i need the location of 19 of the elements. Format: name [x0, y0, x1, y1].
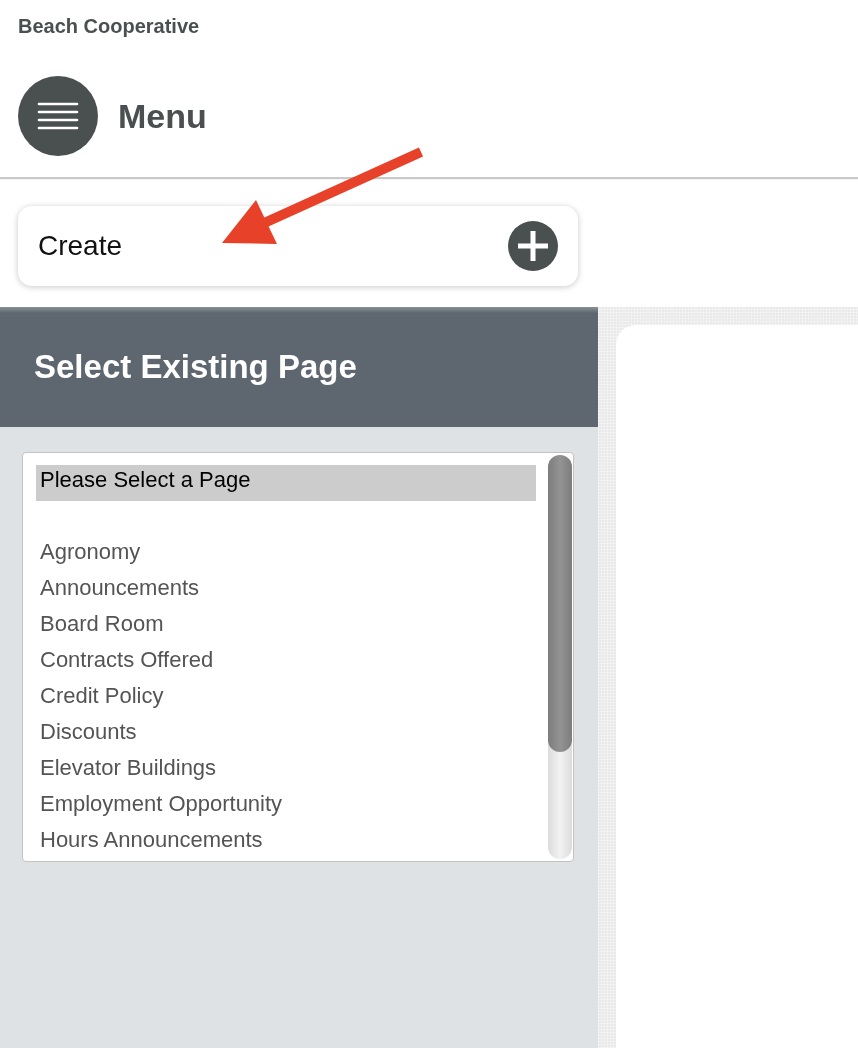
- page-option[interactable]: Employment Opportunity: [36, 789, 536, 825]
- menu-icon: [18, 76, 98, 156]
- page-option[interactable]: Announcements: [36, 573, 536, 609]
- page-option[interactable]: Board Room: [36, 609, 536, 645]
- create-button[interactable]: Create: [18, 206, 578, 286]
- page-option[interactable]: Agronomy: [36, 537, 536, 573]
- site-title: Beach Cooperative: [18, 14, 200, 39]
- page-option[interactable]: Contracts Offered: [36, 645, 536, 681]
- page-option[interactable]: Hours Announcements: [36, 825, 536, 861]
- scrollbar-thumb[interactable]: [548, 455, 572, 752]
- page-option[interactable]: Discounts: [36, 717, 536, 753]
- plus-icon: [508, 221, 558, 271]
- page-listbox[interactable]: Please Select a Page Agronomy Announcements Board Room Contracts Offered Credit Policy Discounts Elevator Buildings Employment Opportunity Hours Announcements: [22, 452, 574, 862]
- page-option[interactable]: Please Select a Page: [36, 465, 536, 501]
- scrollbar[interactable]: [548, 455, 572, 859]
- panel-title: Select Existing Page: [34, 348, 357, 386]
- menu-button[interactable]: Menu: [18, 76, 207, 156]
- page-option[interactable]: Elevator Buildings: [36, 753, 536, 789]
- page-option[interactable]: Credit Policy: [36, 681, 536, 717]
